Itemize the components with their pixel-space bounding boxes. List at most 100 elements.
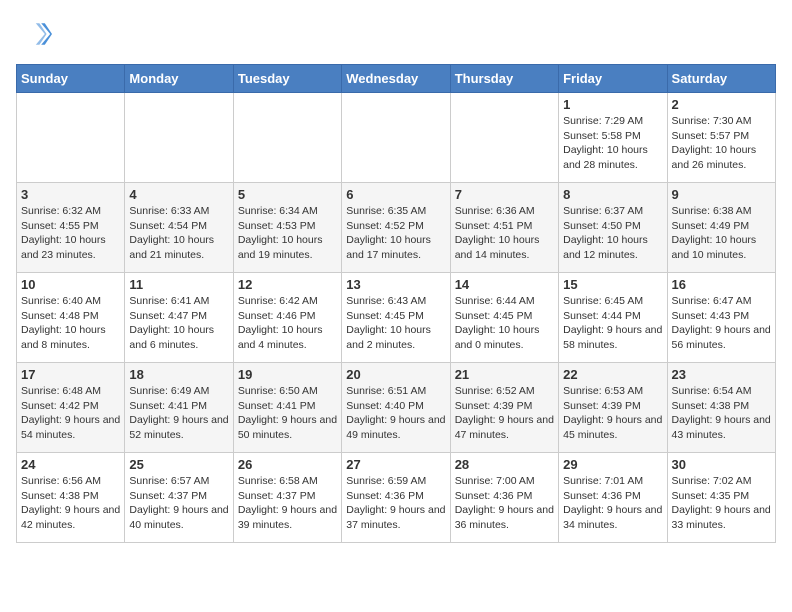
day-number: 5 — [238, 187, 337, 202]
cell-info: Sunrise: 7:29 AM Sunset: 5:58 PM Dayligh… — [563, 114, 662, 173]
cell-info: Sunrise: 6:40 AM Sunset: 4:48 PM Dayligh… — [21, 294, 120, 353]
calendar: SundayMondayTuesdayWednesdayThursdayFrid… — [16, 64, 776, 543]
cell-1-2: 5 Sunrise: 6:34 AM Sunset: 4:53 PM Daylig… — [233, 183, 341, 273]
cell-1-0: 3Sunrise: 6:32 AM Sunset: 4:55 PM Daylig… — [17, 183, 125, 273]
day-number: 7 — [455, 187, 554, 202]
cell-info: Sunrise: 6:34 AM Sunset: 4:53 PM Dayligh… — [238, 204, 337, 263]
day-number: 12 — [238, 277, 337, 292]
week-row-1: 3Sunrise: 6:32 AM Sunset: 4:55 PM Daylig… — [17, 183, 776, 273]
day-number: 9 — [672, 187, 771, 202]
header-thursday: Thursday — [450, 65, 558, 93]
cell-info: Sunrise: 6:52 AM Sunset: 4:39 PM Dayligh… — [455, 384, 554, 443]
cell-info: Sunrise: 6:37 AM Sunset: 4:50 PM Dayligh… — [563, 204, 662, 263]
week-row-2: 10Sunrise: 6:40 AM Sunset: 4:48 PM Dayli… — [17, 273, 776, 363]
cell-4-3: 27Sunrise: 6:59 AM Sunset: 4:36 PM Dayli… — [342, 453, 450, 543]
cell-4-2: 26Sunrise: 6:58 AM Sunset: 4:37 PM Dayli… — [233, 453, 341, 543]
cell-info: Sunrise: 6:47 AM Sunset: 4:43 PM Dayligh… — [672, 294, 771, 353]
cell-0-3 — [342, 93, 450, 183]
week-row-0: 1 Sunrise: 7:29 AM Sunset: 5:58 PM Daylig… — [17, 93, 776, 183]
cell-info: Sunrise: 6:54 AM Sunset: 4:38 PM Dayligh… — [672, 384, 771, 443]
logo — [16, 16, 56, 52]
cell-4-0: 24 Sunrise: 6:56 AM Sunset: 4:38 PM Dayli… — [17, 453, 125, 543]
calendar-header: SundayMondayTuesdayWednesdayThursdayFrid… — [17, 65, 776, 93]
cell-1-5: 8 Sunrise: 6:37 AM Sunset: 4:50 PM Daylig… — [559, 183, 667, 273]
cell-3-2: 19 Sunrise: 6:50 AM Sunset: 4:41 PM Dayli… — [233, 363, 341, 453]
week-row-3: 17Sunrise: 6:48 AM Sunset: 4:42 PM Dayli… — [17, 363, 776, 453]
cell-info: Sunrise: 6:50 AM Sunset: 4:41 PM Dayligh… — [238, 384, 337, 443]
day-number: 29 — [563, 457, 662, 472]
day-number: 21 — [455, 367, 554, 382]
day-number: 25 — [129, 457, 228, 472]
cell-0-6: 2Sunrise: 7:30 AM Sunset: 5:57 PM Daylig… — [667, 93, 775, 183]
day-number: 19 — [238, 367, 337, 382]
page-header — [16, 16, 776, 52]
header-tuesday: Tuesday — [233, 65, 341, 93]
day-number: 1 — [563, 97, 662, 112]
cell-info: Sunrise: 6:49 AM Sunset: 4:41 PM Dayligh… — [129, 384, 228, 443]
cell-0-1 — [125, 93, 233, 183]
day-number: 6 — [346, 187, 445, 202]
day-number: 20 — [346, 367, 445, 382]
logo-icon — [16, 16, 52, 52]
cell-3-6: 23 Sunrise: 6:54 AM Sunset: 4:38 PM Dayli… — [667, 363, 775, 453]
day-number: 18 — [129, 367, 228, 382]
cell-1-1: 4 Sunrise: 6:33 AM Sunset: 4:54 PM Daylig… — [125, 183, 233, 273]
cell-info: Sunrise: 6:43 AM Sunset: 4:45 PM Dayligh… — [346, 294, 445, 353]
day-number: 13 — [346, 277, 445, 292]
cell-info: Sunrise: 6:45 AM Sunset: 4:44 PM Dayligh… — [563, 294, 662, 353]
cell-info: Sunrise: 6:33 AM Sunset: 4:54 PM Dayligh… — [129, 204, 228, 263]
day-number: 8 — [563, 187, 662, 202]
cell-0-0 — [17, 93, 125, 183]
day-number: 22 — [563, 367, 662, 382]
cell-3-3: 20 Sunrise: 6:51 AM Sunset: 4:40 PM Dayli… — [342, 363, 450, 453]
day-number: 17 — [21, 367, 120, 382]
day-number: 26 — [238, 457, 337, 472]
day-number: 2 — [672, 97, 771, 112]
day-number: 11 — [129, 277, 228, 292]
header-row: SundayMondayTuesdayWednesdayThursdayFrid… — [17, 65, 776, 93]
day-number: 23 — [672, 367, 771, 382]
cell-0-5: 1 Sunrise: 7:29 AM Sunset: 5:58 PM Daylig… — [559, 93, 667, 183]
day-number: 15 — [563, 277, 662, 292]
cell-info: Sunrise: 6:56 AM Sunset: 4:38 PM Dayligh… — [21, 474, 120, 533]
cell-2-2: 12 Sunrise: 6:42 AM Sunset: 4:46 PM Dayli… — [233, 273, 341, 363]
day-number: 14 — [455, 277, 554, 292]
cell-info: Sunrise: 6:38 AM Sunset: 4:49 PM Dayligh… — [672, 204, 771, 263]
cell-info: Sunrise: 6:51 AM Sunset: 4:40 PM Dayligh… — [346, 384, 445, 443]
day-number: 16 — [672, 277, 771, 292]
cell-0-2 — [233, 93, 341, 183]
cell-info: Sunrise: 6:42 AM Sunset: 4:46 PM Dayligh… — [238, 294, 337, 353]
day-number: 4 — [129, 187, 228, 202]
cell-0-4 — [450, 93, 558, 183]
cell-1-6: 9 Sunrise: 6:38 AM Sunset: 4:49 PM Daylig… — [667, 183, 775, 273]
cell-3-1: 18 Sunrise: 6:49 AM Sunset: 4:41 PM Dayli… — [125, 363, 233, 453]
cell-info: Sunrise: 6:53 AM Sunset: 4:39 PM Dayligh… — [563, 384, 662, 443]
day-number: 24 — [21, 457, 120, 472]
calendar-body: 1 Sunrise: 7:29 AM Sunset: 5:58 PM Daylig… — [17, 93, 776, 543]
day-number: 27 — [346, 457, 445, 472]
cell-2-0: 10Sunrise: 6:40 AM Sunset: 4:48 PM Dayli… — [17, 273, 125, 363]
cell-4-1: 25 Sunrise: 6:57 AM Sunset: 4:37 PM Dayli… — [125, 453, 233, 543]
cell-info: Sunrise: 7:01 AM Sunset: 4:36 PM Dayligh… — [563, 474, 662, 533]
cell-1-3: 6 Sunrise: 6:35 AM Sunset: 4:52 PM Daylig… — [342, 183, 450, 273]
cell-4-6: 30Sunrise: 7:02 AM Sunset: 4:35 PM Dayli… — [667, 453, 775, 543]
header-friday: Friday — [559, 65, 667, 93]
cell-1-4: 7Sunrise: 6:36 AM Sunset: 4:51 PM Daylig… — [450, 183, 558, 273]
cell-3-0: 17Sunrise: 6:48 AM Sunset: 4:42 PM Dayli… — [17, 363, 125, 453]
header-saturday: Saturday — [667, 65, 775, 93]
cell-2-1: 11 Sunrise: 6:41 AM Sunset: 4:47 PM Dayli… — [125, 273, 233, 363]
cell-info: Sunrise: 6:57 AM Sunset: 4:37 PM Dayligh… — [129, 474, 228, 533]
cell-2-6: 16 Sunrise: 6:47 AM Sunset: 4:43 PM Dayli… — [667, 273, 775, 363]
week-row-4: 24 Sunrise: 6:56 AM Sunset: 4:38 PM Dayli… — [17, 453, 776, 543]
cell-info: Sunrise: 7:00 AM Sunset: 4:36 PM Dayligh… — [455, 474, 554, 533]
cell-info: Sunrise: 6:32 AM Sunset: 4:55 PM Dayligh… — [21, 204, 120, 263]
cell-info: Sunrise: 6:35 AM Sunset: 4:52 PM Dayligh… — [346, 204, 445, 263]
cell-info: Sunrise: 6:44 AM Sunset: 4:45 PM Dayligh… — [455, 294, 554, 353]
cell-info: Sunrise: 6:41 AM Sunset: 4:47 PM Dayligh… — [129, 294, 228, 353]
header-monday: Monday — [125, 65, 233, 93]
cell-4-4: 28Sunrise: 7:00 AM Sunset: 4:36 PM Dayli… — [450, 453, 558, 543]
cell-4-5: 29 Sunrise: 7:01 AM Sunset: 4:36 PM Dayli… — [559, 453, 667, 543]
header-sunday: Sunday — [17, 65, 125, 93]
cell-2-3: 13 Sunrise: 6:43 AM Sunset: 4:45 PM Dayli… — [342, 273, 450, 363]
day-number: 30 — [672, 457, 771, 472]
